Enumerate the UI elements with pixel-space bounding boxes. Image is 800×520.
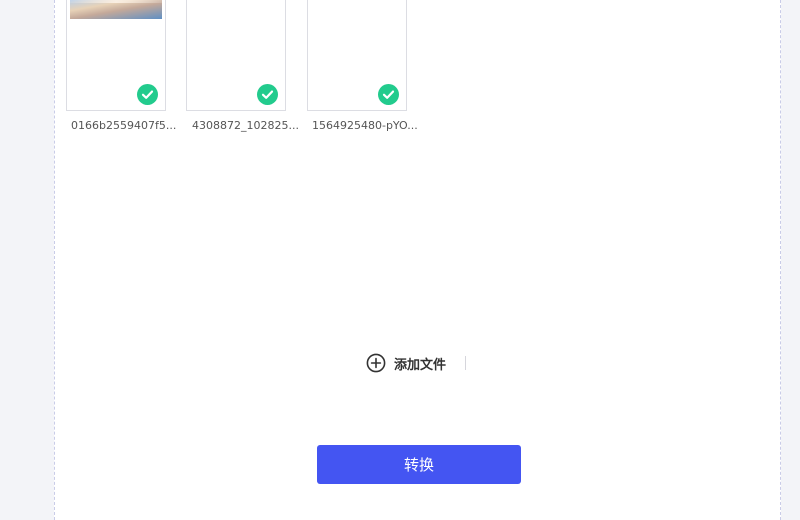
file-name: 4308872_102825...	[192, 119, 299, 132]
check-circle-icon	[257, 84, 278, 105]
check-circle-icon	[137, 84, 158, 105]
convert-button[interactable]: 转换	[317, 445, 521, 484]
file-name: 1564925480-pYO...	[312, 119, 418, 132]
upload-panel: 0166b2559407f5... 4308872_102825... 1564…	[54, 0, 781, 520]
file-name: 0166b2559407f5...	[71, 119, 177, 132]
add-file-button[interactable]: 添加文件	[366, 352, 446, 374]
add-file-label: 添加文件	[394, 357, 447, 373]
plus-circle-icon	[366, 353, 386, 373]
check-circle-icon	[378, 84, 399, 105]
divider	[465, 356, 466, 370]
file-thumbnail[interactable]	[307, 0, 407, 111]
image-preview	[70, 0, 162, 19]
file-thumbnail[interactable]	[66, 0, 166, 111]
file-thumbnail[interactable]	[186, 0, 286, 111]
